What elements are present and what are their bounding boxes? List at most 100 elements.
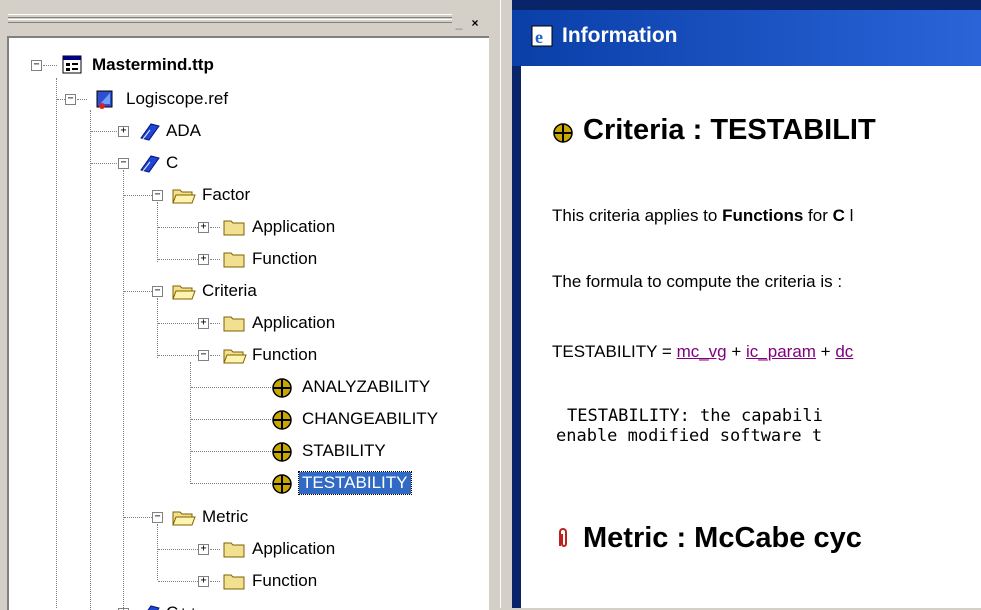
tree-label: ANALYZABILITY — [302, 377, 431, 396]
collapse-toggle[interactable]: − — [198, 350, 209, 361]
tree-node-cpp[interactable]: + C++ — [9, 598, 489, 610]
tree-node-criteria-application[interactable]: + Application — [9, 308, 489, 338]
metric-heading: Metric : McCabe cyc — [583, 522, 862, 554]
tree-pane-header: _ × — [0, 0, 500, 34]
information-content: Criteria : TESTABILIT This criteria appl… — [521, 66, 981, 608]
tree-line — [91, 131, 117, 132]
tree-node-changeability[interactable]: CHANGEABILITY — [9, 404, 489, 434]
tree-line — [77, 99, 87, 100]
collapse-toggle[interactable]: − — [152, 286, 163, 297]
project-tree[interactable]: − Mastermind.ttp − Logiscope.ref + ADA −… — [7, 36, 489, 610]
tree-label: Metric — [202, 507, 249, 526]
metric-link-ic-param[interactable]: ic_param — [746, 342, 816, 361]
tree-node-factor-function[interactable]: + Function — [9, 244, 489, 274]
criteria-target-icon — [272, 410, 292, 430]
collapse-toggle[interactable]: − — [118, 158, 129, 169]
svg-text:e: e — [535, 27, 543, 47]
tree-node-metric-function[interactable]: + Function — [9, 566, 489, 596]
folder-open-icon — [172, 511, 196, 526]
tree-line — [158, 549, 198, 550]
expand-toggle[interactable]: + — [198, 576, 209, 587]
tree-label: Application — [252, 217, 336, 236]
title-bar[interactable]: e Information — [512, 10, 981, 66]
close-pane-button[interactable]: × — [468, 16, 482, 30]
expand-toggle[interactable]: + — [198, 318, 209, 329]
tree-label: Application — [252, 313, 336, 332]
collapse-toggle[interactable]: − — [152, 190, 163, 201]
tree-node-criteria-function[interactable]: − Function — [9, 340, 489, 370]
tree-label: Function — [252, 345, 318, 364]
criteria-target-icon — [272, 474, 292, 494]
tree-label: CHANGEABILITY — [302, 409, 439, 428]
metric-link-mc-vg[interactable]: mc_vg — [677, 342, 727, 361]
tree-node-testability-selected[interactable]: TESTABILITY — [9, 468, 489, 498]
folder-open-icon — [172, 189, 196, 204]
collapse-toggle[interactable]: − — [65, 94, 76, 105]
tree-label: Factor — [202, 185, 251, 204]
tree-label: ADA — [166, 121, 201, 140]
paperclip-icon — [559, 528, 567, 547]
criteria-target-icon — [553, 123, 573, 143]
tree-line — [210, 581, 220, 582]
tree-line — [43, 65, 57, 66]
book-icon — [140, 123, 160, 141]
tree-label: C — [166, 153, 179, 172]
tree-line — [210, 227, 220, 228]
tree-node-ref[interactable]: − Logiscope.ref — [9, 84, 489, 114]
tree-node-c[interactable]: − C — [9, 148, 489, 178]
folder-open-icon — [172, 285, 196, 300]
expand-toggle[interactable]: + — [198, 544, 209, 555]
tree-line — [91, 163, 117, 164]
tree-node-metric[interactable]: − Metric — [9, 502, 489, 532]
expand-toggle[interactable]: + — [118, 126, 129, 137]
project-file-icon — [62, 55, 82, 74]
tree-line — [124, 195, 152, 196]
tree-line — [210, 549, 220, 550]
tree-node-project[interactable]: − Mastermind.ttp — [9, 50, 489, 80]
tree-line — [210, 323, 220, 324]
folder-icon — [223, 574, 245, 590]
ie-icon: e — [531, 25, 553, 47]
tree-pane: _ × − Mastermind.ttp − Logiscope.ref + A… — [0, 0, 500, 610]
tree-node-criteria[interactable]: − Criteria — [9, 276, 489, 306]
tree-node-stability[interactable]: STABILITY — [9, 436, 489, 466]
tree-label: Mastermind.ttp — [92, 55, 214, 74]
tree-line — [124, 291, 152, 292]
expand-toggle[interactable]: + — [198, 222, 209, 233]
folder-icon — [223, 316, 245, 332]
tree-node-metric-application[interactable]: + Application — [9, 534, 489, 564]
tree-node-analyzability[interactable]: ANALYZABILITY — [9, 372, 489, 402]
tree-node-factor[interactable]: − Factor — [9, 180, 489, 210]
tree-label: C++ — [163, 602, 201, 610]
collapse-toggle[interactable]: − — [31, 60, 42, 71]
tree-line — [158, 323, 198, 324]
tree-line — [158, 259, 198, 260]
criteria-target-icon — [272, 442, 292, 462]
formula-intro: The formula to compute the criteria is : — [552, 272, 843, 291]
drag-grip-2[interactable] — [8, 19, 452, 23]
tree-label: Function — [252, 571, 318, 590]
formula-line: TESTABILITY = mc_vg + ic_param + dc — [552, 342, 854, 361]
drag-grip[interactable] — [8, 14, 452, 18]
tree-node-ada[interactable]: + ADA — [9, 116, 489, 146]
information-window: e Information Criteria : TESTABILIT This… — [512, 0, 981, 608]
metric-link-dc[interactable]: dc — [835, 342, 853, 361]
tree-label-selected: TESTABILITY — [298, 471, 412, 495]
book-icon — [147, 605, 160, 610]
window-title: Information — [562, 24, 678, 47]
description-line-1: TESTABILITY: the capabili — [567, 406, 823, 426]
reference-icon — [96, 90, 113, 109]
criteria-target-icon — [272, 378, 292, 398]
book-icon — [140, 155, 160, 173]
expand-toggle[interactable]: + — [198, 254, 209, 265]
tree-label: Application — [252, 539, 336, 558]
tree-line — [191, 483, 271, 484]
description-line-2: enable modified software t — [556, 426, 823, 446]
collapse-toggle[interactable]: − — [152, 512, 163, 523]
tree-label: Criteria — [202, 281, 257, 300]
tree-node-factor-application[interactable]: + Application — [9, 212, 489, 242]
folder-open-icon — [223, 349, 247, 364]
tree-line — [191, 451, 271, 452]
restore-pane-button[interactable]: _ — [452, 16, 466, 30]
applies-text: This criteria applies to Functions for C… — [552, 206, 854, 225]
